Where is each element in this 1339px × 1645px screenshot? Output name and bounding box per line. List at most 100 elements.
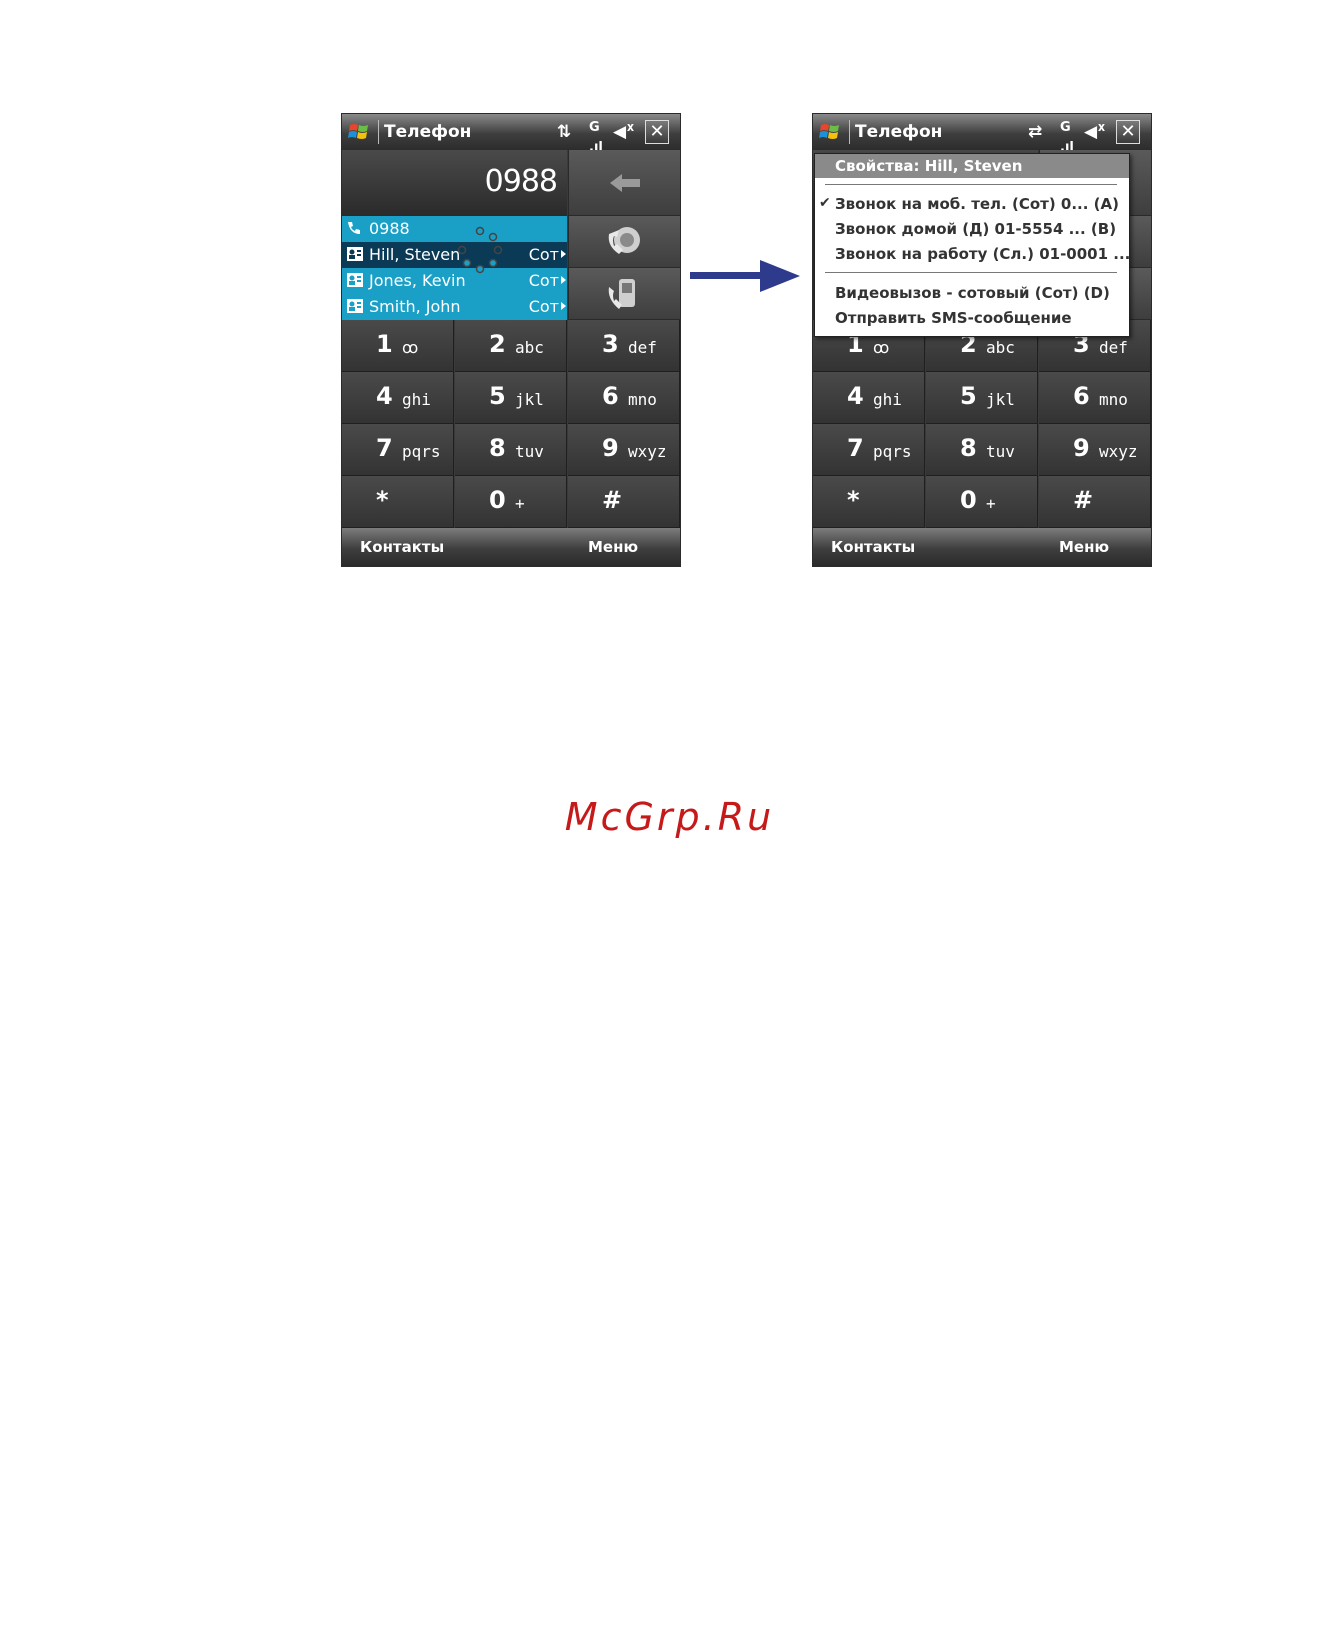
list-item-type[interactable]: Сот — [529, 271, 567, 290]
key-7[interactable]: 7 pqrs — [813, 424, 925, 476]
contacts-softkey[interactable]: Контакты — [831, 538, 915, 556]
key-5[interactable]: 5 jkl — [926, 372, 1038, 424]
key-letters: pqrs — [873, 442, 912, 461]
menu-item-properties[interactable]: Свойства: Hill, Steven — [815, 154, 1129, 178]
key-digit: 0 — [489, 486, 506, 514]
key-letters: ghi — [402, 390, 431, 409]
key-6[interactable]: 6 mno — [568, 372, 680, 424]
menu-item-label: Видеовызов - сотовый (Сот) (D) — [835, 284, 1110, 302]
key-letters: mno — [1099, 390, 1128, 409]
key-digit: 6 — [602, 382, 619, 410]
key-letters: jkl — [986, 390, 1015, 409]
dial-keypad: 1ꝏ 2 abc 3 def 4 ghi 5 jkl 6 mno 7 pqrs 8 tuv 9… — [813, 320, 1151, 528]
key-6[interactable]: 6 mno — [1039, 372, 1151, 424]
data-connection-icon[interactable]: ⇄ — [1028, 122, 1042, 142]
key-1[interactable]: 1ꝏ — [342, 320, 454, 372]
key-letters: + — [515, 494, 525, 513]
key-0[interactable]: 0 + — [926, 476, 1038, 528]
key-digit: 8 — [960, 434, 977, 462]
key-digit: 7 — [847, 434, 864, 462]
key-8[interactable]: 8 tuv — [455, 424, 567, 476]
phone-screen-left: Телефон ⇅ G .ıl ◀ᕽ ✕ 0988 0988 Hill, Ste… — [341, 113, 681, 567]
menu-softkey[interactable]: Меню — [1059, 538, 1109, 556]
phone-screen-right: Телефон ⇄ G .ıl ◀ᕽ ✕ 1ꝏ 2 abc 3 def 4 ghi 5j… — [812, 113, 1152, 567]
key-letters: jkl — [515, 390, 544, 409]
key-letters: wxyz — [628, 442, 667, 461]
key-star[interactable]: * — [813, 476, 925, 528]
window-title: Телефон — [855, 122, 943, 142]
contact-card-icon — [347, 273, 363, 287]
key-4[interactable]: 4 ghi — [813, 372, 925, 424]
list-item[interactable]: Smith, John Сот — [342, 294, 567, 320]
voice-call-icon — [608, 226, 640, 254]
data-connection-icon[interactable]: ⇅ — [557, 122, 571, 142]
menu-item-call-mobile[interactable]: ✔ Звонок на моб. тел. (Сот) 0... (A) — [815, 192, 1129, 216]
key-digit: 2 — [489, 330, 506, 358]
key-letters: mno — [628, 390, 657, 409]
list-item-name: Smith, John — [369, 297, 461, 316]
key-digit: 5 — [960, 382, 977, 410]
menu-item-label: Звонок домой (Д) 01-5554 ... (B) — [835, 220, 1117, 238]
dial-display: 0988 — [342, 150, 567, 216]
key-9[interactable]: 9 wxyz — [568, 424, 680, 476]
key-9[interactable]: 9 wxyz — [1039, 424, 1151, 476]
video-call-icon — [608, 278, 635, 309]
contact-context-menu: Свойства: Hill, Steven ✔ Звонок на моб. … — [814, 153, 1130, 337]
key-digit: 4 — [376, 382, 393, 410]
key-letters: def — [1099, 338, 1128, 357]
transition-arrow-icon — [690, 260, 800, 292]
menu-item-call-work[interactable]: Звонок на работу (Сл.) 01-0001 ... — [815, 242, 1131, 266]
contact-card-icon — [347, 247, 363, 261]
menu-item-label: Свойства: Hill, Steven — [835, 157, 1023, 175]
menu-item-label: Звонок на работу (Сл.) 01-0001 ... — [835, 245, 1131, 263]
close-button[interactable]: ✕ — [1116, 120, 1140, 144]
key-5[interactable]: 5 jkl — [455, 372, 567, 424]
key-7[interactable]: 7 pqrs — [342, 424, 454, 476]
key-8[interactable]: 8 tuv — [926, 424, 1038, 476]
key-digit: # — [1073, 486, 1094, 514]
list-item-type[interactable]: Сот — [529, 297, 567, 316]
close-button[interactable]: ✕ — [645, 120, 669, 144]
menu-item-call-home[interactable]: Звонок домой (Д) 01-5554 ... (B) — [815, 217, 1129, 241]
list-item-type[interactable]: Сот — [529, 245, 567, 264]
list-item-name: Hill, Steven — [369, 245, 461, 264]
title-separator — [378, 120, 379, 144]
key-hash[interactable]: # — [568, 476, 680, 528]
video-call-button[interactable] — [568, 268, 680, 320]
softkey-bar: Контакты Меню — [342, 528, 680, 566]
title-bar: Телефон ⇄ G .ıl ◀ᕽ ✕ — [813, 114, 1151, 155]
key-0[interactable]: 0 + — [455, 476, 567, 528]
key-letters: pqrs — [402, 442, 441, 461]
checkmark-icon: ✔ — [819, 195, 831, 211]
window-title: Телефон — [384, 122, 472, 142]
menu-item-video-call[interactable]: Видеовызов - сотовый (Сот) (D) — [815, 281, 1129, 305]
key-digit: 6 — [1073, 382, 1090, 410]
key-2[interactable]: 2 abc — [455, 320, 567, 372]
key-4[interactable]: 4 ghi — [342, 372, 454, 424]
menu-divider — [825, 272, 1117, 273]
voicemail-icon: ꝏ — [402, 338, 419, 357]
contact-card-icon — [347, 299, 363, 313]
key-hash[interactable]: # — [1039, 476, 1151, 528]
menu-item-label: Отправить SMS-сообщение — [835, 309, 1072, 327]
key-digit: 4 — [847, 382, 864, 410]
windows-start-icon[interactable] — [819, 121, 841, 143]
key-star[interactable]: * — [342, 476, 454, 528]
key-digit: 8 — [489, 434, 506, 462]
key-digit: 7 — [376, 434, 393, 462]
speaker-icon[interactable]: ◀ᕽ — [613, 122, 635, 142]
windows-start-icon[interactable] — [348, 121, 370, 143]
key-digit: * — [847, 486, 860, 514]
contacts-softkey[interactable]: Контакты — [360, 538, 444, 556]
key-letters: tuv — [515, 442, 544, 461]
key-3[interactable]: 3 def — [568, 320, 680, 372]
menu-softkey[interactable]: Меню — [588, 538, 638, 556]
voice-call-button[interactable] — [568, 216, 680, 268]
menu-item-send-sms[interactable]: Отправить SMS-сообщение — [815, 306, 1129, 330]
watermark: McGrp.Ru — [564, 795, 775, 839]
speaker-icon[interactable]: ◀ᕽ — [1084, 122, 1106, 142]
backspace-button[interactable] — [568, 150, 680, 216]
key-digit: 3 — [602, 330, 619, 358]
list-item-name: Jones, Kevin — [369, 271, 466, 290]
tap-and-hold-indicator-icon — [457, 226, 503, 274]
